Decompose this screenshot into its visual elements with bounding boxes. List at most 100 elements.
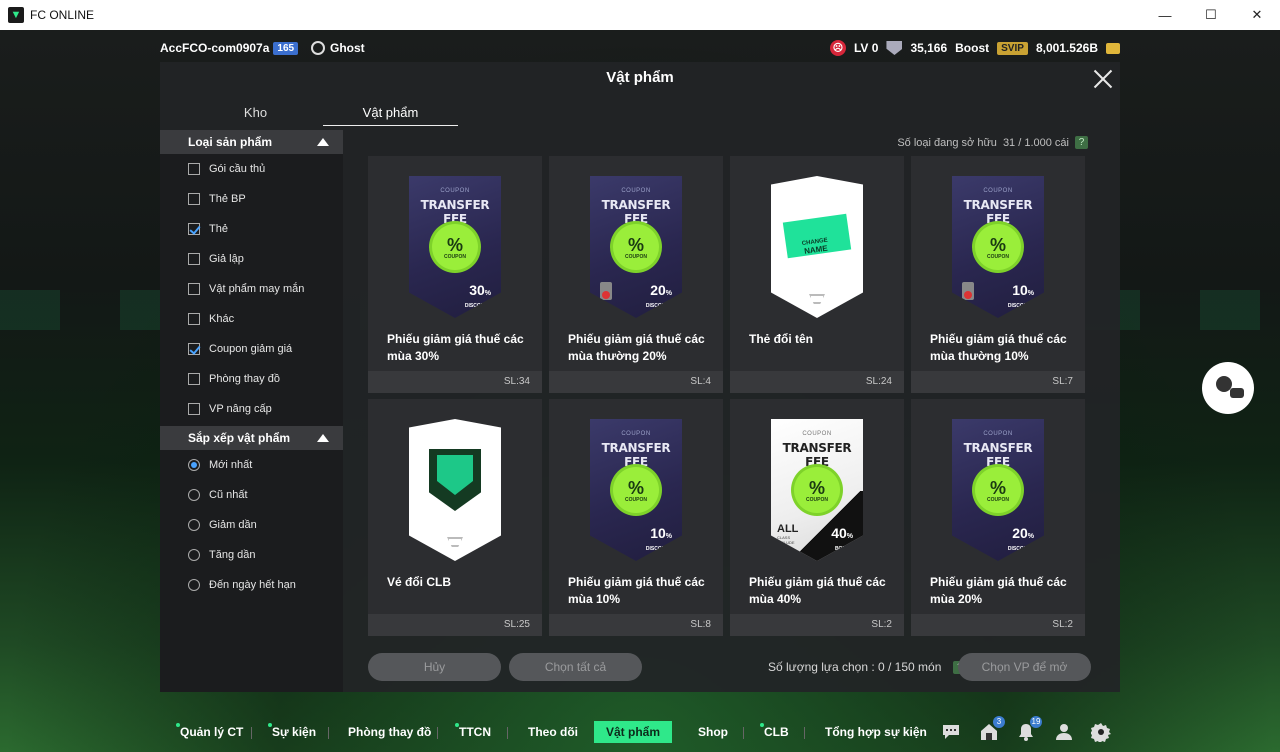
- ticket-shape: CHANGE NAME: [782, 213, 852, 259]
- checkbox[interactable]: [188, 253, 200, 265]
- profile-icon[interactable]: [1054, 722, 1074, 742]
- checkbox[interactable]: [188, 403, 200, 415]
- status-bar: AccFCO-com0907a 165 Ghost ☹ LV 0 35,166 …: [0, 36, 1280, 60]
- close-icon[interactable]: [1092, 68, 1114, 90]
- sort-giam-dan[interactable]: Giảm dần: [160, 510, 343, 540]
- sort-tang-dan[interactable]: Tăng dần: [160, 540, 343, 570]
- item-card[interactable]: COUPON TRANSFER FEE % COUPON 20% DISCOUNT …: [911, 399, 1085, 636]
- bell-icon[interactable]: 19: [1016, 716, 1042, 742]
- radio[interactable]: [188, 549, 200, 561]
- nav-theo-doi[interactable]: Theo dõi: [528, 721, 578, 743]
- item-art: CHANGE NAME: [730, 156, 904, 326]
- discount-percent: 20% DISCOUNT: [645, 283, 672, 312]
- checkbox-checked[interactable]: [188, 343, 200, 355]
- cancel-button[interactable]: Hủy: [368, 653, 501, 681]
- filter-goi-cau-thu[interactable]: Gói cầu thủ: [160, 154, 343, 184]
- new-dot-icon: [176, 723, 180, 727]
- sort-label: Cũ nhất: [209, 489, 248, 501]
- nav-su-kien[interactable]: Sự kiện: [268, 721, 316, 743]
- checkbox[interactable]: [188, 313, 200, 325]
- sort-den-ngay-het-han[interactable]: Đến ngày hết hạn: [160, 570, 343, 600]
- all-class-label: ALL: [777, 523, 799, 535]
- nav-divider: [804, 727, 805, 739]
- percent-value: 10: [1012, 282, 1028, 298]
- minimize-button[interactable]: —: [1142, 0, 1188, 30]
- percent-badge-icon: % COUPON: [613, 467, 659, 513]
- selection-count: Số lượng lựa chọn : 0 / 150 món ?: [768, 660, 967, 674]
- radio[interactable]: [188, 579, 200, 591]
- item-card[interactable]: COUPON TRANSFER FEE % COUPON 20% DISCOUNT …: [549, 156, 723, 393]
- chat-icon[interactable]: [941, 722, 961, 742]
- discount-percent: 30% DISCOUNT: [465, 283, 491, 312]
- sort-label: Giảm dần: [209, 519, 257, 531]
- transfer-fee-label: TRANSFER FEE: [601, 441, 671, 469]
- filter-vp-nang-cap[interactable]: VP nâng cấp: [160, 394, 343, 424]
- checkbox[interactable]: [188, 193, 200, 205]
- selection-count-label: Số lượng lựa chọn : 0 / 150 món: [768, 660, 942, 674]
- item-card[interactable]: COUPON TRANSFER FEE % COUPON 10% DISCOUNT …: [911, 156, 1085, 393]
- filter-phong-thay-do[interactable]: Phòng thay đồ: [160, 364, 343, 394]
- ticket-bottom-label: NAME: [803, 243, 829, 256]
- discount-label: DISCOUNT: [1007, 303, 1034, 309]
- sort-section-title: Sắp xếp vật phẩm: [188, 431, 291, 445]
- category-section-header[interactable]: Loại sản phẩm: [160, 130, 343, 154]
- coupon-label: COUPON: [983, 431, 1013, 437]
- filter-gia-lap[interactable]: Giả lập: [160, 244, 343, 274]
- fc-logo-icon: [809, 294, 825, 304]
- percent-sign: %: [846, 533, 853, 540]
- chat-support-button[interactable]: [1202, 362, 1254, 414]
- item-card[interactable]: COUPON TRANSFER FEE % COUPON ALL CLASS IN…: [730, 399, 904, 636]
- percent-sign: %: [1027, 290, 1034, 297]
- close-window-button[interactable]: ✕: [1234, 0, 1280, 30]
- nav-ttcn[interactable]: TTCN: [455, 721, 491, 743]
- transfer-fee-label: TRANSFER FEE: [601, 198, 671, 226]
- nav-tong-hop-su-kien[interactable]: Tổng hợp sự kiện: [825, 721, 927, 743]
- filter-label: Vật phẩm may mắn: [209, 283, 305, 295]
- discount-percent: 40% BONUS: [831, 526, 853, 555]
- checkbox[interactable]: [188, 283, 200, 295]
- transfer-fee-label: TRANSFER FEE: [420, 198, 490, 226]
- filter-label: Coupon giảm giá: [209, 343, 293, 355]
- item-card[interactable]: CHANGE NAME Thẻ đổi tên SL:24: [730, 156, 904, 393]
- filter-label: Thẻ: [209, 223, 228, 235]
- help-icon[interactable]: ?: [1075, 136, 1088, 149]
- sort-moi-nhat[interactable]: Mới nhất: [160, 450, 343, 480]
- mailbox-icon[interactable]: 3: [979, 716, 1005, 742]
- sort-cu-nhat[interactable]: Cũ nhất: [160, 480, 343, 510]
- item-card[interactable]: COUPON TRANSFER FEE % COUPON 10% DISCOUNT …: [549, 399, 723, 636]
- item-card[interactable]: COUPON TRANSFER FEE % COUPON 30% DISCOUNT …: [368, 156, 542, 393]
- radio-selected[interactable]: [188, 459, 200, 471]
- nav-shop[interactable]: Shop: [698, 721, 728, 743]
- item-card[interactable]: Vé đổi CLB SL:25: [368, 399, 542, 636]
- nav-vat-pham[interactable]: Vật phẩm: [594, 721, 673, 743]
- nav-phong-thay-do[interactable]: Phòng thay đồ: [348, 721, 431, 743]
- filter-khac[interactable]: Khác: [160, 304, 343, 334]
- name-change-ticket-icon: CHANGE NAME: [771, 176, 863, 318]
- filter-label: Khác: [209, 313, 235, 325]
- maximize-button[interactable]: ☐: [1188, 0, 1234, 30]
- discount-label: DISCOUNT: [645, 303, 672, 309]
- discount-label: BONUS: [834, 546, 853, 552]
- tab-vat-pham[interactable]: Vật phẩm: [323, 100, 458, 126]
- filter-the[interactable]: Thẻ: [160, 214, 343, 244]
- item-name: Phiếu giảm giá thuế các mùa 10%: [568, 575, 705, 606]
- filter-vat-pham-may-man[interactable]: Vật phẩm may mắn: [160, 274, 343, 304]
- tab-kho[interactable]: Kho: [188, 100, 323, 126]
- open-items-button[interactable]: Chọn VP để mở: [958, 653, 1091, 681]
- checkbox-checked[interactable]: [188, 223, 200, 235]
- transfer-fee-label: TRANSFER FEE: [963, 198, 1033, 226]
- sort-section-header[interactable]: Sắp xếp vật phẩm: [160, 426, 343, 450]
- nav-clb[interactable]: CLB: [760, 721, 789, 743]
- sort-label: Tăng dần: [209, 549, 256, 561]
- checkbox[interactable]: [188, 163, 200, 175]
- filter-the-bp[interactable]: Thẻ BP: [160, 184, 343, 214]
- filter-coupon-giam-gia[interactable]: Coupon giảm giá: [160, 334, 343, 364]
- select-all-button[interactable]: Chọn tất cả: [509, 653, 642, 681]
- checkbox[interactable]: [188, 373, 200, 385]
- nav-quan-ly-ct[interactable]: Quản lý CT: [176, 721, 243, 743]
- radio[interactable]: [188, 519, 200, 531]
- settings-gear-icon[interactable]: [1090, 722, 1111, 744]
- bp-value: 8,001.526B: [1035, 41, 1098, 55]
- radio[interactable]: [188, 489, 200, 501]
- filter-label: Gói cầu thủ: [209, 163, 266, 175]
